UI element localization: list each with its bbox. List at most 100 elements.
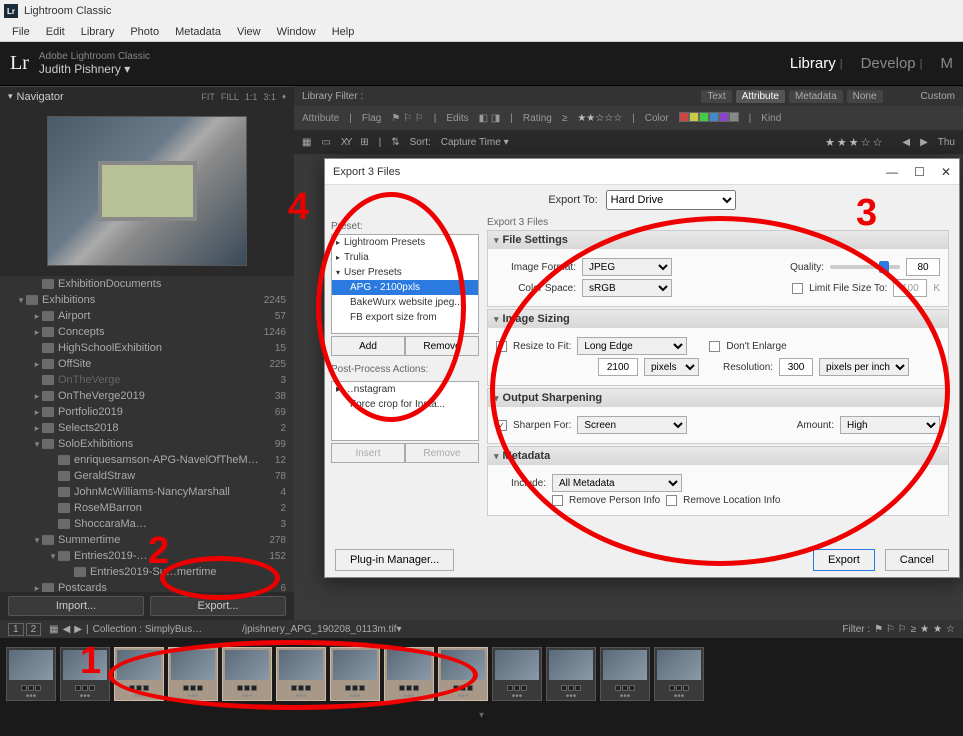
minimize-icon[interactable]: — (886, 165, 898, 179)
ppa-item[interactable]: Force crop for Insta... (332, 397, 478, 412)
import-button[interactable]: Import... (8, 596, 144, 616)
navigator-header[interactable]: ▾ Navigator FIT FILL 1:1 3:1 ♦ (0, 86, 294, 106)
collection-label[interactable]: Collection : SimplyBus… (93, 624, 202, 635)
thumbnail[interactable]: ••• (222, 647, 272, 701)
quality-input[interactable] (906, 258, 940, 276)
grid-icon[interactable]: ▦ (49, 624, 58, 635)
folder-row[interactable]: ▸OffSite225 (0, 356, 294, 372)
folder-row[interactable]: OnTheVerge3 (0, 372, 294, 388)
filter-text[interactable]: Text (701, 90, 731, 103)
folder-row[interactable]: HighSchoolExhibition15 (0, 340, 294, 356)
folder-row[interactable]: ▸Airport57 (0, 308, 294, 324)
file-settings-header[interactable]: File Settings (488, 231, 948, 249)
folder-row[interactable]: enriquesamson-APG-NavelOfTheM…12 (0, 452, 294, 468)
filter-attribute[interactable]: Attribute (736, 90, 785, 103)
edits-icon[interactable]: ◧ ◨ (479, 113, 501, 124)
fwd-icon[interactable]: ▶ (74, 624, 82, 635)
remove-location-checkbox[interactable] (666, 495, 677, 506)
close-icon[interactable]: ✕ (941, 165, 951, 179)
nav-3to1[interactable]: 3:1 (263, 92, 276, 102)
nav-1to1[interactable]: 1:1 (245, 92, 258, 102)
thumbnail[interactable]: ••• (330, 647, 380, 701)
rating-widget[interactable]: ★★★☆☆ (825, 136, 882, 149)
thumbnail[interactable]: ••• (60, 647, 110, 701)
user-name[interactable]: Judith Pishnery ▾ (39, 62, 150, 76)
sort-direction-icon[interactable]: ⇅ (391, 137, 399, 148)
filmstrip-collapse-icon[interactable]: ▾ (0, 710, 963, 730)
dont-enlarge-checkbox[interactable] (709, 341, 720, 352)
nav-fit[interactable]: FIT (201, 92, 215, 102)
filmstrip[interactable]: ••••••••••••••••••••••••••••••••••••••• (0, 638, 963, 710)
sharpen-checkbox[interactable]: ✓ (496, 420, 507, 431)
preset-list[interactable]: Lightroom PresetsTruliaUser PresetsAPG -… (331, 234, 479, 334)
menu-help[interactable]: Help (324, 24, 363, 40)
film-tab-2[interactable]: 2 (26, 623, 42, 636)
folder-row[interactable]: ▸Postcards6 (0, 580, 294, 592)
module-more[interactable]: M (941, 55, 954, 72)
thumbnail[interactable]: ••• (600, 647, 650, 701)
folder-row[interactable]: ▸Selects20182 (0, 420, 294, 436)
rating-ge[interactable]: ≥ (562, 113, 568, 124)
folder-row[interactable]: ExhibitionDocuments (0, 276, 294, 292)
module-develop[interactable]: Develop (861, 55, 916, 72)
export-button[interactable]: Export... (150, 596, 286, 616)
filter-custom[interactable]: Custom (921, 91, 955, 102)
thumbnail[interactable]: ••• (384, 647, 434, 701)
film-tab-1[interactable]: 1 (8, 623, 24, 636)
navigator-preview[interactable] (0, 106, 294, 276)
folder-tree[interactable]: ExhibitionDocuments▾Exhibitions2245▸Airp… (0, 276, 294, 592)
export-confirm-button[interactable]: Export (813, 549, 875, 571)
back-icon[interactable]: ◀ (63, 624, 71, 635)
maximize-icon[interactable]: ☐ (914, 165, 925, 179)
menu-metadata[interactable]: Metadata (167, 24, 229, 40)
thumbnail[interactable]: ••• (168, 647, 218, 701)
quality-slider[interactable] (830, 265, 900, 269)
menubar[interactable]: File Edit Library Photo Metadata View Wi… (0, 22, 963, 42)
folder-row[interactable]: ▾SoloExhibitions99 (0, 436, 294, 452)
size-unit-select[interactable]: pixels (644, 358, 699, 376)
preset-group[interactable]: Trulia (332, 250, 478, 265)
thumbnail[interactable]: ••• (654, 647, 704, 701)
folder-row[interactable]: Entries2019-Su…mertime (0, 564, 294, 580)
preset-group[interactable]: User Presets (332, 265, 478, 280)
menu-library[interactable]: Library (73, 24, 123, 40)
image-sizing-header[interactable]: Image Sizing (488, 310, 948, 328)
add-preset-button[interactable]: Add (331, 336, 405, 356)
folder-row[interactable]: ▾Summertime278 (0, 532, 294, 548)
ppa-list[interactable]: ▸ …nstagramForce crop for Insta... (331, 381, 479, 441)
menu-edit[interactable]: Edit (38, 24, 73, 40)
output-sharpening-header[interactable]: Output Sharpening (488, 389, 948, 407)
folder-row[interactable]: RoseMBarron2 (0, 500, 294, 516)
remove-preset-button[interactable]: Remove (405, 336, 479, 356)
flag-icon[interactable]: ⚑ ⚐ ⚐ (391, 113, 423, 124)
menu-view[interactable]: View (229, 24, 269, 40)
module-library[interactable]: Library (790, 55, 836, 72)
folder-row[interactable]: ShoccaraMa…3 (0, 516, 294, 532)
play-icon[interactable]: ▶ (920, 137, 928, 148)
prev-icon[interactable]: ◀ (902, 137, 910, 148)
resolution-input[interactable] (779, 358, 813, 376)
preset-group[interactable]: Lightroom Presets (332, 235, 478, 250)
thumbnail[interactable]: ••• (114, 647, 164, 701)
thumbnail[interactable]: ••• (546, 647, 596, 701)
cancel-button[interactable]: Cancel (885, 549, 949, 571)
folder-row[interactable]: JohnMcWilliams-NancyMarshall4 (0, 484, 294, 500)
filter-metadata[interactable]: Metadata (789, 90, 843, 103)
compare-icon[interactable]: XY (341, 137, 350, 148)
remove-person-checkbox[interactable] (552, 495, 563, 506)
resize-checkbox[interactable]: ✓ (496, 341, 507, 352)
include-select[interactable]: All Metadata (552, 474, 682, 492)
size-input[interactable] (598, 358, 638, 376)
sharpen-for-select[interactable]: Screen (577, 416, 687, 434)
preset-item[interactable]: FB export size from (332, 310, 478, 325)
folder-row[interactable]: ▾Exhibitions2245 (0, 292, 294, 308)
sharpen-amount-select[interactable]: High (840, 416, 940, 434)
resize-select[interactable]: Long Edge (577, 337, 687, 355)
color-swatches[interactable] (679, 112, 739, 125)
image-format-select[interactable]: JPEG (582, 258, 672, 276)
metadata-header[interactable]: Metadata (488, 447, 948, 465)
folder-row[interactable]: GeraldStraw78 (0, 468, 294, 484)
thumbnail[interactable]: ••• (438, 647, 488, 701)
thumbnail[interactable]: ••• (6, 647, 56, 701)
menu-file[interactable]: File (4, 24, 38, 40)
